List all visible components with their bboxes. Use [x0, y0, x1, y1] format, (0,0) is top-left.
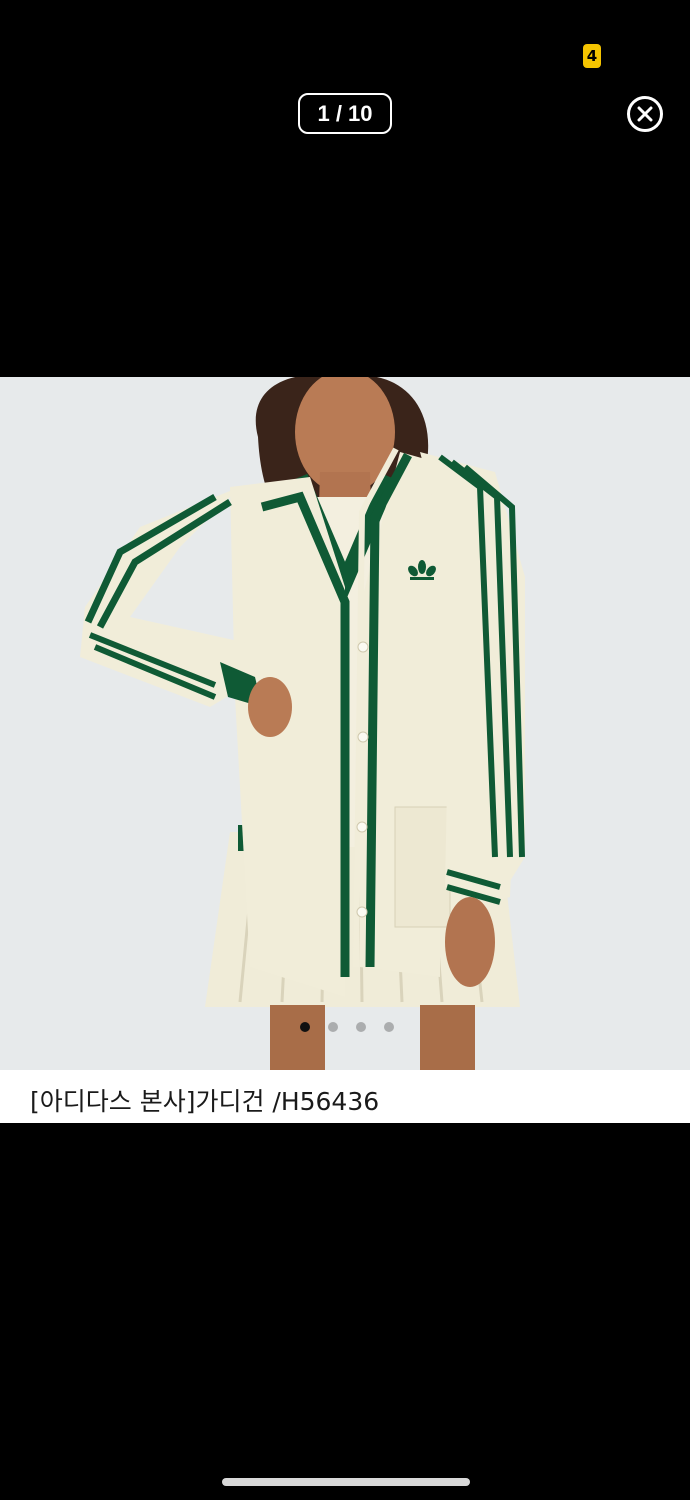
carousel-dot[interactable]	[356, 1022, 366, 1032]
product-caption: [아디다스 본사]가디건 /H56436	[30, 1087, 380, 1116]
close-icon	[637, 106, 653, 122]
caption-bar: [아디다스 본사]가디건 /H56436	[0, 1070, 690, 1123]
product-image[interactable]	[0, 377, 690, 1070]
product-photo-illustration	[80, 377, 525, 1070]
carousel-indicator	[300, 1022, 394, 1032]
close-button[interactable]	[627, 96, 663, 132]
image-counter: 1 / 10	[298, 93, 392, 134]
carousel-dot[interactable]	[300, 1022, 310, 1032]
home-indicator[interactable]	[222, 1478, 470, 1486]
carousel-dot[interactable]	[328, 1022, 338, 1032]
carousel-dot[interactable]	[384, 1022, 394, 1032]
status-badge: 4	[583, 44, 601, 68]
